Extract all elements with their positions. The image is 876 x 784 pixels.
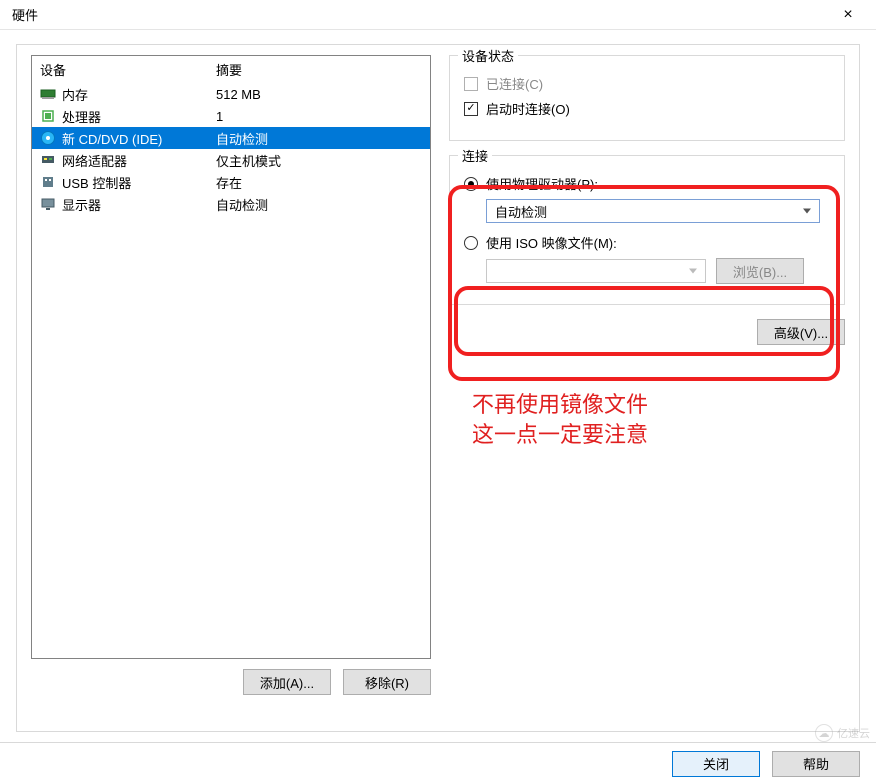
connected-row[interactable]: 已连接(C) [464,74,830,93]
display-icon [40,196,56,212]
device-row-network[interactable]: 网络适配器 仅主机模式 [32,149,430,171]
help-button[interactable]: 帮助 [772,751,860,777]
annotation-line1: 不再使用镜像文件 [472,390,648,420]
device-name: 显示器 [62,195,101,214]
device-name: USB 控制器 [62,173,131,192]
bottom-bar: 关闭 帮助 [0,742,876,784]
device-name: 新 CD/DVD (IDE) [62,129,162,148]
annotation-line2: 这一点一定要注意 [472,420,648,450]
annotation-text: 不再使用镜像文件 这一点一定要注意 [472,390,648,450]
titlebar: 硬件 × [0,0,876,30]
remove-button[interactable]: 移除(R) [343,669,431,695]
device-row-usb[interactable]: USB 控制器 存在 [32,171,430,193]
physical-drive-radio[interactable] [464,177,478,191]
iso-label: 使用 ISO 映像文件(M): [486,233,617,252]
device-row-cddvd[interactable]: 新 CD/DVD (IDE) 自动检测 [32,127,430,149]
watermark: ☁ 亿速云 [815,724,870,742]
hardware-dialog: 硬件 × 设备 摘要 [0,0,876,784]
left-button-row: 添加(A)... 移除(R) [31,669,431,695]
physical-drive-value: 自动检测 [495,202,547,221]
device-list[interactable]: 设备 摘要 内存 512 MB [31,55,431,659]
inner-frame: 设备 摘要 内存 512 MB [16,44,860,732]
device-row-display[interactable]: 显示器 自动检测 [32,193,430,215]
iso-row-radio[interactable]: 使用 ISO 映像文件(M): [464,233,830,252]
device-summary: 1 [216,109,422,124]
right-column: 设备状态 已连接(C) 启动时连接(O) 连接 [449,55,845,717]
close-button[interactable]: 关闭 [672,751,760,777]
connect-on-poweron-checkbox[interactable] [464,102,478,116]
connection-legend: 连接 [458,146,492,165]
device-row-memory[interactable]: 内存 512 MB [32,83,430,105]
physical-drive-label: 使用物理驱动器(P): [486,174,598,193]
iso-radio[interactable] [464,236,478,250]
watermark-text: 亿速云 [837,725,870,741]
add-button[interactable]: 添加(A)... [243,669,331,695]
close-icon[interactable]: × [828,1,868,29]
physical-drive-row[interactable]: 使用物理驱动器(P): [464,174,830,193]
device-summary: 仅主机模式 [216,151,422,170]
cd-icon [40,130,56,146]
device-name: 内存 [62,85,88,104]
device-name: 处理器 [62,107,101,126]
device-row-cpu[interactable]: 处理器 1 [32,105,430,127]
iso-path-input [486,259,706,283]
network-icon [40,152,56,168]
connect-on-poweron-label: 启动时连接(O) [486,99,570,118]
device-summary: 存在 [216,173,422,192]
cpu-icon [40,108,56,124]
advanced-button[interactable]: 高级(V)... [757,319,845,345]
content-area: 设备 摘要 内存 512 MB [0,30,876,742]
physical-drive-select[interactable]: 自动检测 [486,199,820,223]
connected-checkbox [464,77,478,91]
device-summary: 自动检测 [216,195,422,214]
device-summary: 自动检测 [216,129,422,148]
window-title: 硬件 [12,5,828,24]
browse-button: 浏览(B)... [716,258,804,284]
device-state-fieldset: 设备状态 已连接(C) 启动时连接(O) [449,55,845,141]
device-summary: 512 MB [216,87,422,102]
connection-fieldset: 连接 使用物理驱动器(P): 自动检测 使用 ISO 映像文件(M): [449,155,845,305]
device-state-legend: 设备状态 [458,46,518,65]
device-list-header: 设备 摘要 [32,56,430,83]
header-device: 设备 [40,60,216,79]
usb-icon [40,174,56,190]
left-column: 设备 摘要 内存 512 MB [31,55,431,717]
connected-label: 已连接(C) [486,74,543,93]
device-name: 网络适配器 [62,151,127,170]
header-summary: 摘要 [216,60,422,79]
memory-icon [40,86,56,102]
watermark-icon: ☁ [815,724,833,742]
connect-on-poweron-row[interactable]: 启动时连接(O) [464,99,830,118]
